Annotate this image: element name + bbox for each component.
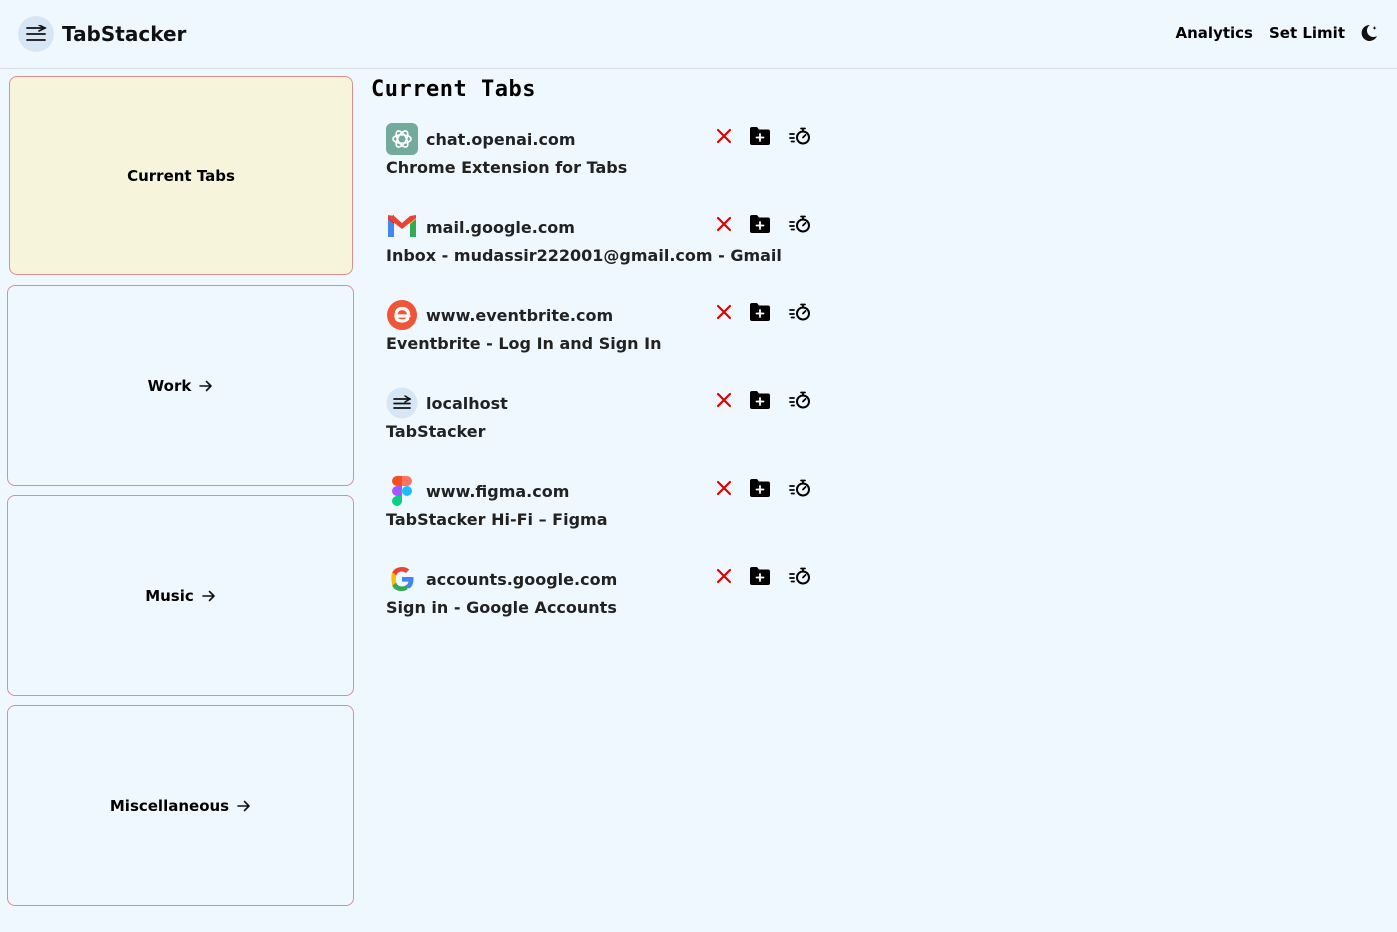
app-logo-icon[interactable] (18, 16, 54, 52)
top-bar: TabStacker Analytics Set Limit (0, 0, 1397, 69)
sidebar-item-current-tabs[interactable]: Current Tabs (9, 76, 353, 275)
tab-domain: www.figma.com (426, 482, 570, 501)
close-tab-icon[interactable] (711, 475, 737, 501)
tab-domain: mail.google.com (426, 218, 575, 237)
timer-icon[interactable] (787, 299, 813, 325)
timer-icon[interactable] (787, 475, 813, 501)
add-to-folder-icon[interactable] (747, 299, 773, 325)
sidebar-item-miscellaneous[interactable]: Miscellaneous (7, 705, 354, 906)
add-to-folder-icon[interactable] (747, 563, 773, 589)
top-nav: Analytics Set Limit (1160, 22, 1381, 44)
openai-icon (386, 123, 418, 155)
tab-domain: accounts.google.com (426, 570, 618, 589)
close-tab-icon[interactable] (711, 563, 737, 589)
analytics-link[interactable]: Analytics (1176, 24, 1253, 42)
tab-title: Inbox - mudassir222001@gmail.com - Gmail (386, 246, 782, 265)
page-title: Current Tabs (371, 77, 536, 102)
tab-domain: chat.openai.com (426, 130, 576, 149)
eventbrite-icon (386, 299, 418, 331)
tab-list-item[interactable]: mail.google.com Inbox - mudassir222001@g… (386, 211, 826, 281)
timer-icon[interactable] (787, 123, 813, 149)
sidebar-item-label: Work (147, 376, 192, 395)
tab-title: TabStacker Hi-Fi – Figma (386, 510, 608, 529)
tab-list-item[interactable]: www.eventbrite.com Eventbrite - Log In a… (386, 299, 826, 369)
sidebar-item-work[interactable]: Work (7, 285, 354, 486)
timer-icon[interactable] (787, 211, 813, 237)
tab-list-item[interactable]: localhost TabStacker (386, 387, 826, 457)
dark-mode-toggle-icon[interactable] (1359, 22, 1381, 44)
timer-icon[interactable] (787, 563, 813, 589)
tab-domain: localhost (426, 394, 508, 413)
sidebar-item-label: Music (145, 586, 194, 605)
arrow-right-icon (237, 799, 251, 813)
timer-icon[interactable] (787, 387, 813, 413)
close-tab-icon[interactable] (711, 211, 737, 237)
tab-list-item[interactable]: accounts.google.com Sign in - Google Acc… (386, 563, 826, 633)
tab-title: Chrome Extension for Tabs (386, 158, 628, 177)
arrow-right-icon (199, 379, 213, 393)
tab-list-item[interactable]: chat.openai.com Chrome Extension for Tab… (386, 123, 826, 193)
add-to-folder-icon[interactable] (747, 475, 773, 501)
tab-title: TabStacker (386, 422, 486, 441)
tab-list-item[interactable]: www.figma.com TabStacker Hi-Fi – Figma (386, 475, 826, 545)
google-icon (386, 563, 418, 595)
close-tab-icon[interactable] (711, 299, 737, 325)
tab-title: Sign in - Google Accounts (386, 598, 617, 617)
close-tab-icon[interactable] (711, 123, 737, 149)
gmail-icon (386, 211, 418, 243)
tabstacker-icon (386, 387, 418, 419)
figma-icon (386, 475, 418, 507)
app-title: TabStacker (62, 22, 187, 46)
sidebar-item-label: Current Tabs (127, 166, 235, 185)
add-to-folder-icon[interactable] (747, 123, 773, 149)
tab-title: Eventbrite - Log In and Sign In (386, 334, 662, 353)
close-tab-icon[interactable] (711, 387, 737, 413)
add-to-folder-icon[interactable] (747, 387, 773, 413)
add-to-folder-icon[interactable] (747, 211, 773, 237)
arrow-right-icon (201, 589, 216, 603)
set-limit-link[interactable]: Set Limit (1269, 24, 1345, 42)
sidebar-item-music[interactable]: Music (7, 495, 354, 696)
tab-domain: www.eventbrite.com (426, 306, 614, 325)
sidebar-item-label: Miscellaneous (109, 796, 230, 815)
